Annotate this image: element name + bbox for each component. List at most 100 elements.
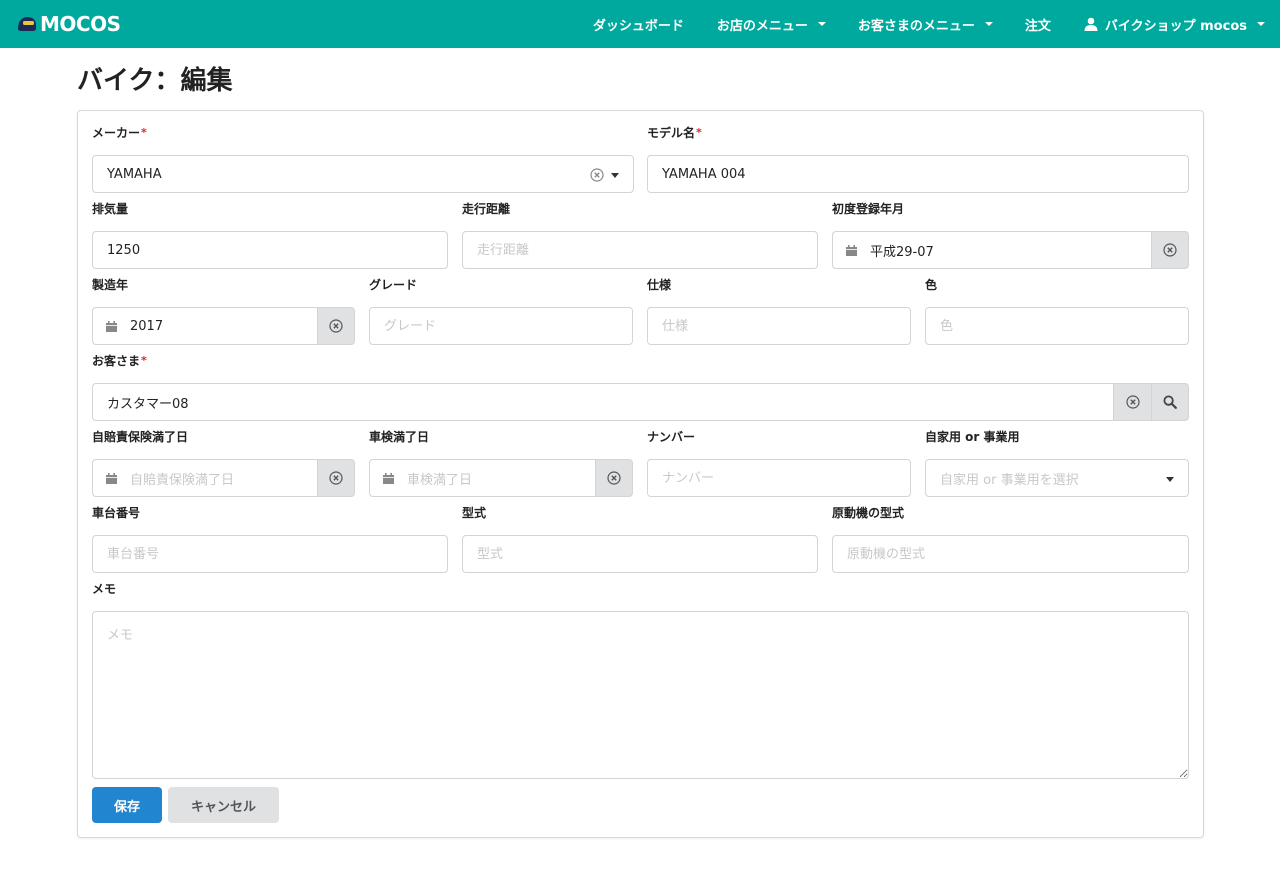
insurance-expiry-placeholder: 自賠責保険満了日 xyxy=(130,472,235,488)
number-input[interactable] xyxy=(647,459,911,497)
insurance-expiry-input[interactable]: 自賠責保険満了日 xyxy=(92,459,317,497)
usage-group: 自家用 or 事業用 自家用 or 事業用を選択 xyxy=(925,429,1189,497)
memo-label: メモ xyxy=(92,582,117,596)
required-mark: * xyxy=(141,354,147,367)
save-button[interactable]: 保存 xyxy=(92,787,162,823)
memo-textarea[interactable] xyxy=(92,611,1189,779)
nav-dashboard[interactable]: ダッシュボード xyxy=(593,0,684,48)
mileage-input[interactable] xyxy=(462,231,818,269)
nav-orders[interactable]: 注文 xyxy=(1025,0,1051,48)
year-value: 2017 xyxy=(130,318,164,334)
nav-customer-menu[interactable]: お客さまのメニュー xyxy=(858,0,993,48)
number-group: ナンバー xyxy=(647,429,911,497)
search-icon xyxy=(1163,395,1177,409)
year-label: 製造年 xyxy=(92,278,129,292)
bike-edit-form: メーカー* YAMAHA モデル名* 排気量 走行距離 初度登録年月 xyxy=(77,110,1204,838)
customer-label: お客さま* xyxy=(92,354,147,368)
year-group: 製造年 2017 xyxy=(92,277,355,345)
insurance-expiry-clear-button[interactable] xyxy=(317,459,355,497)
dropdown-icon xyxy=(1166,477,1174,482)
logo-icon xyxy=(18,17,36,31)
inspection-expiry-picker: 車検満了日 xyxy=(369,459,633,497)
customer-picker: カスタマー08 xyxy=(92,383,1189,421)
mileage-group: 走行距離 xyxy=(462,201,818,269)
user-icon xyxy=(1084,17,1098,31)
usage-select[interactable]: 自家用 or 事業用を選択 xyxy=(925,459,1189,497)
customer-search-button[interactable] xyxy=(1151,383,1189,421)
grade-group: グレード xyxy=(369,277,633,345)
model-name-input[interactable] xyxy=(647,155,1189,193)
engine-type-group: 原動機の型式 xyxy=(832,505,1189,573)
nav-dashboard-label: ダッシュボード xyxy=(592,18,684,34)
first-registration-group: 初度登録年月 平成29-07 xyxy=(832,201,1189,269)
type-input[interactable] xyxy=(462,535,818,573)
inspection-expiry-placeholder: 車検満了日 xyxy=(407,472,473,488)
grade-input[interactable] xyxy=(369,307,633,345)
customer-value: カスタマー08 xyxy=(107,396,189,412)
displacement-group: 排気量 xyxy=(92,201,448,269)
frame-number-input[interactable] xyxy=(92,535,448,573)
clear-icon xyxy=(1125,395,1140,409)
nav-orders-label: 注文 xyxy=(1024,18,1051,34)
inspection-expiry-clear-button[interactable] xyxy=(595,459,633,497)
calendar-icon xyxy=(846,244,857,256)
color-group: 色 xyxy=(925,277,1189,345)
inspection-expiry-input[interactable]: 車検満了日 xyxy=(369,459,595,497)
navbar: MOCOS ダッシュボード お店のメニュー お客さまのメニュー 注文 バイクショ… xyxy=(0,0,1280,48)
calendar-icon xyxy=(383,472,394,484)
nav-user-menu[interactable]: バイクショップ mocos xyxy=(1084,0,1265,48)
displacement-label: 排気量 xyxy=(92,202,129,216)
maker-label: メーカー* xyxy=(92,126,147,140)
customer-group: お客さま* カスタマー08 xyxy=(92,353,1189,421)
caret-down-icon xyxy=(817,22,826,26)
nav-user-label: バイクショップ mocos xyxy=(1104,18,1247,34)
clear-icon[interactable] xyxy=(590,168,604,182)
clear-icon xyxy=(607,471,621,485)
nav-shop-menu[interactable]: お店のメニュー xyxy=(717,0,826,48)
inspection-expiry-label: 車検満了日 xyxy=(369,430,430,444)
engine-type-label: 原動機の型式 xyxy=(832,506,905,520)
color-label: 色 xyxy=(925,278,938,292)
inspection-expiry-group: 車検満了日 車検満了日 xyxy=(369,429,633,497)
first-registration-clear-button[interactable] xyxy=(1151,231,1189,269)
spec-input[interactable] xyxy=(647,307,911,345)
spec-group: 仕様 xyxy=(647,277,911,345)
year-input[interactable]: 2017 xyxy=(92,307,317,345)
customer-input[interactable]: カスタマー08 xyxy=(92,383,1113,421)
first-registration-input[interactable]: 平成29-07 xyxy=(832,231,1151,269)
frame-number-label: 車台番号 xyxy=(92,506,141,520)
usage-placeholder: 自家用 or 事業用を選択 xyxy=(940,472,1079,488)
clear-icon xyxy=(329,319,343,333)
insurance-expiry-group: 自賠責保険満了日 自賠責保険満了日 xyxy=(92,429,355,497)
mileage-label: 走行距離 xyxy=(462,202,511,216)
dropdown-icon xyxy=(611,173,619,178)
clear-icon xyxy=(329,471,343,485)
clear-icon xyxy=(1163,243,1177,257)
customer-clear-button[interactable] xyxy=(1113,383,1151,421)
nav-menu: ダッシュボード お店のメニュー お客さまのメニュー 注文 バイクショップ moc… xyxy=(593,0,1280,48)
first-registration-label: 初度登録年月 xyxy=(832,202,905,216)
maker-select[interactable]: YAMAHA xyxy=(92,155,634,193)
model-name-label: モデル名* xyxy=(647,126,702,140)
first-registration-picker: 平成29-07 xyxy=(832,231,1189,269)
calendar-icon xyxy=(106,320,117,332)
brand[interactable]: MOCOS xyxy=(16,12,121,36)
grade-label: グレード xyxy=(369,278,418,292)
insurance-expiry-picker: 自賠責保険満了日 xyxy=(92,459,355,497)
color-input[interactable] xyxy=(925,307,1189,345)
type-label: 型式 xyxy=(462,506,487,520)
cancel-button[interactable]: キャンセル xyxy=(168,787,279,823)
type-group: 型式 xyxy=(462,505,818,573)
frame-number-group: 車台番号 xyxy=(92,505,448,573)
engine-type-input[interactable] xyxy=(832,535,1189,573)
first-registration-value: 平成29-07 xyxy=(870,244,934,260)
usage-label: 自家用 or 事業用 xyxy=(925,430,1020,444)
calendar-icon xyxy=(106,472,117,484)
displacement-input[interactable] xyxy=(92,231,448,269)
caret-down-icon xyxy=(1257,22,1265,26)
year-clear-button[interactable] xyxy=(317,307,355,345)
nav-shop-menu-label: お店のメニュー xyxy=(716,18,808,34)
maker-value: YAMAHA xyxy=(107,166,162,182)
caret-down-icon xyxy=(984,22,993,26)
required-mark: * xyxy=(141,126,147,139)
